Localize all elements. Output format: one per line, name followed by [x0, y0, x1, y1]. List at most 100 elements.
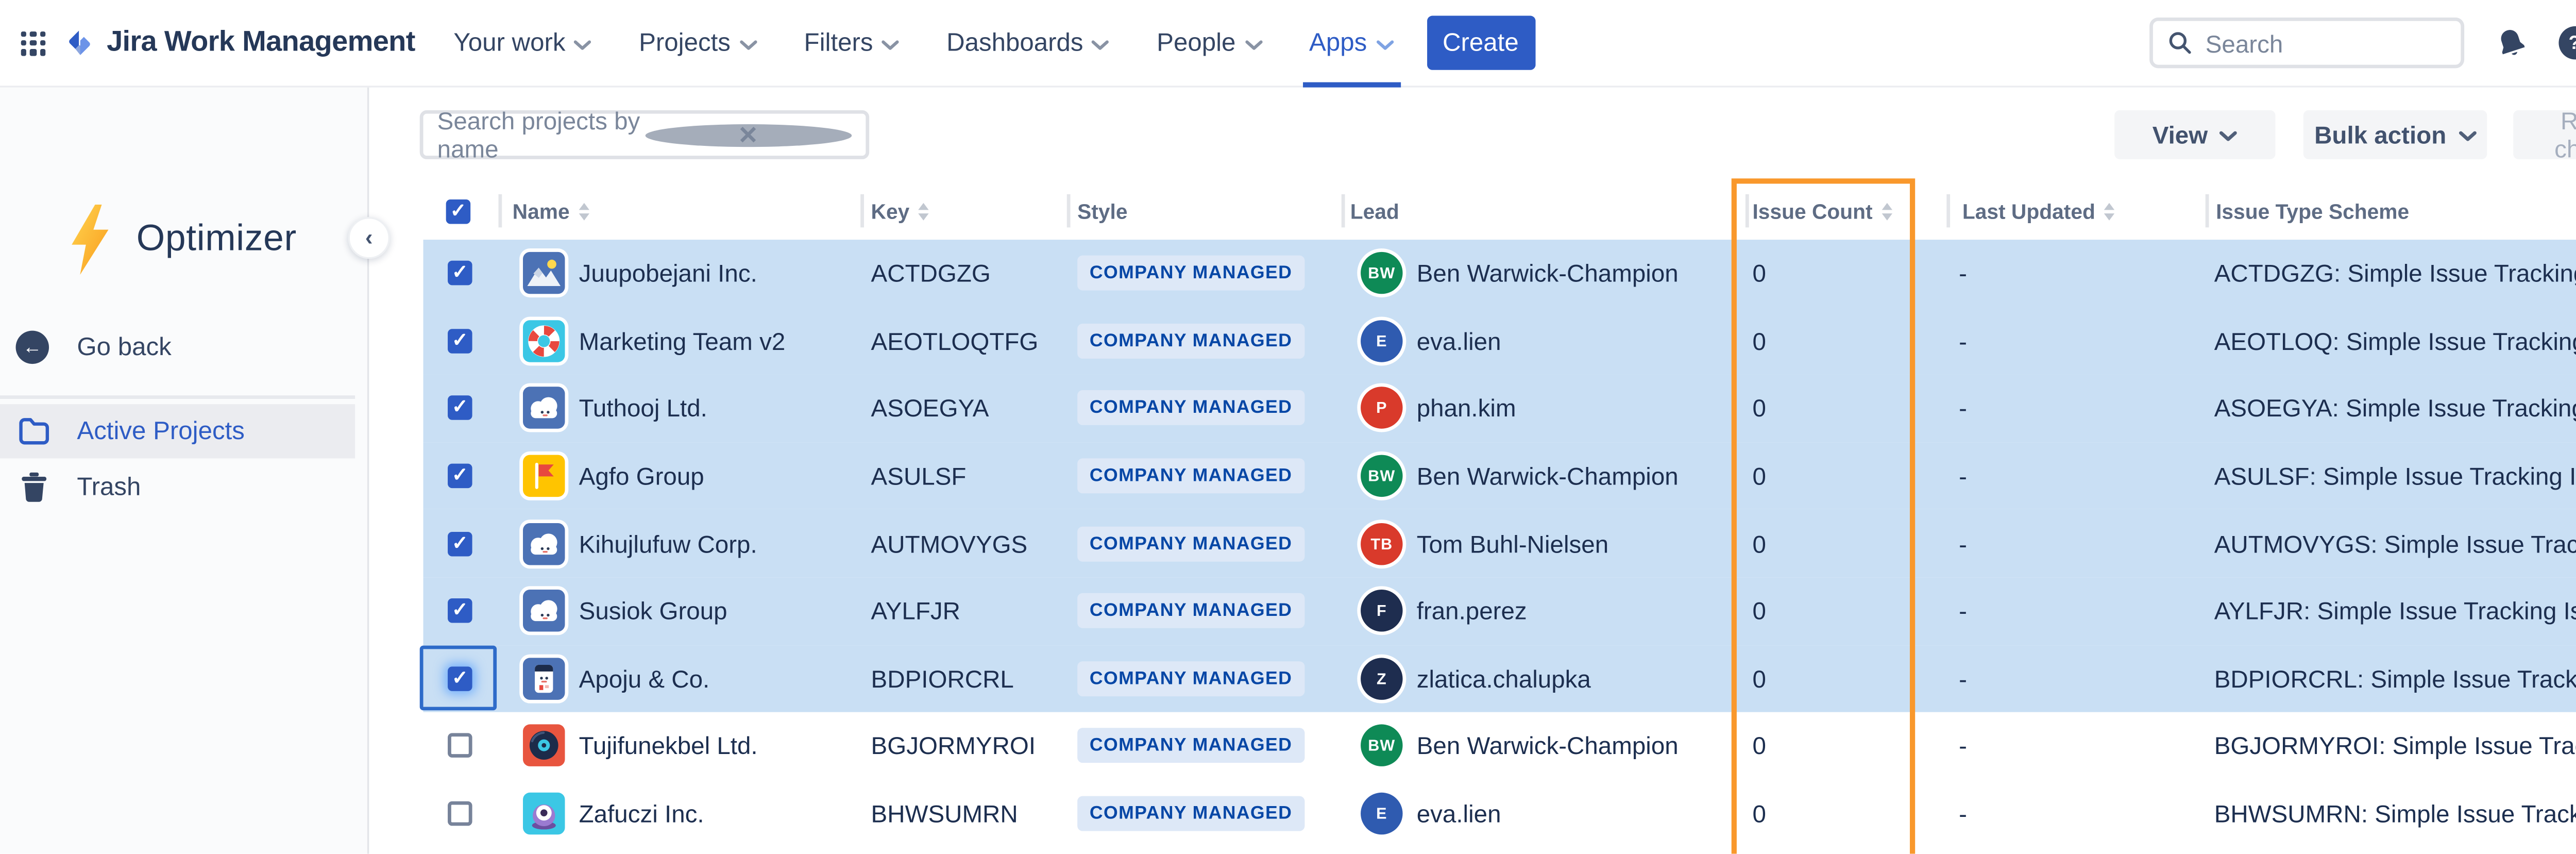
style-badge: COMPANY MANAGED — [1077, 729, 1304, 764]
issue-type-scheme: BGJORMYROI: Simple Issue Tracki... — [2214, 712, 2576, 780]
sidebar-item-active-projects[interactable]: Active Projects — [0, 404, 355, 458]
table-row[interactable]: Tujifunekbel Ltd. BGJORMYROI COMPANY MAN… — [423, 712, 2576, 780]
table-row[interactable]: Tuthooj Ltd. ASOEGYA COMPANY MANAGED P p… — [423, 375, 2576, 442]
row-checkbox[interactable] — [448, 261, 472, 286]
table-row[interactable]: Kihujlufuw Corp. AUTMOVYGS COMPANY MANAG… — [423, 510, 2576, 577]
project-avatar — [523, 590, 565, 632]
nav-item-people[interactable]: People — [1157, 0, 1262, 87]
lead-avatar: BW — [1361, 455, 1402, 497]
last-updated: - — [1959, 442, 1967, 510]
row-checkbox[interactable] — [448, 464, 472, 489]
row-checkbox[interactable] — [448, 329, 472, 354]
row-checkbox[interactable] — [448, 734, 472, 759]
lead-name: fran.perez — [1417, 577, 1527, 645]
column-header-last-updated[interactable]: Last Updated — [1962, 199, 2114, 224]
sidebar-item-go-back[interactable]: ← Go back — [16, 331, 172, 364]
nav-item-apps[interactable]: Apps — [1309, 0, 1393, 87]
project-avatar — [523, 253, 565, 294]
nav-item-your-work[interactable]: Your work — [453, 0, 591, 87]
project-name[interactable]: Agfo Group — [579, 442, 704, 510]
column-divider — [1342, 194, 1345, 227]
create-button[interactable]: Create — [1427, 16, 1535, 70]
table-row[interactable]: Susiok Group AYLFJR COMPANY MANAGED F fr… — [423, 577, 2576, 645]
issue-type-scheme: BHWSUMRN: Simple Issue Trackin... — [2214, 780, 2576, 847]
lead-avatar: Z — [1361, 658, 1402, 699]
issue-type-scheme: ASOEGYA: Simple Issue Tracking I... — [2214, 375, 2576, 442]
sidebar-divider — [0, 395, 355, 399]
jira-brand[interactable]: Jira Work Management — [63, 26, 415, 59]
chevron-down-icon — [1092, 39, 1110, 49]
chevron-down-icon — [2220, 130, 2238, 141]
issue-count: 0 — [1752, 375, 1766, 442]
row-checkbox[interactable] — [448, 599, 472, 624]
notifications-bell-icon[interactable] — [2489, 20, 2534, 65]
issue-count: 0 — [1752, 307, 1766, 375]
project-search-input[interactable]: Search projects by name ✕ — [420, 110, 869, 159]
issue-type-scheme: BDPIORCRL: Simple Issue Trackin... — [2214, 645, 2576, 712]
table-row[interactable]: Apoju & Co. BDPIORCRL COMPANY MANAGED Z … — [423, 645, 2576, 712]
project-name[interactable]: Kihujlufuw Corp. — [579, 510, 757, 577]
issue-type-scheme: ASULSF: Simple Issue Tracking Iss... — [2214, 442, 2576, 510]
style-badge: COMPANY MANAGED — [1077, 661, 1304, 696]
row-checkbox[interactable] — [448, 666, 472, 691]
row-checkbox[interactable] — [448, 396, 472, 421]
view-dropdown-button[interactable]: View — [2114, 110, 2275, 159]
project-name[interactable]: Zafuczi Inc. — [579, 780, 704, 847]
bulk-action-dropdown-button[interactable]: Bulk action — [2303, 110, 2487, 159]
global-search-input[interactable]: Search — [2149, 18, 2464, 68]
last-updated: - — [1959, 645, 1967, 712]
sidebar: Optimizer ← Go back Active Projects — [0, 88, 369, 854]
project-name[interactable]: Marketing Team v2 — [579, 307, 786, 375]
nav-item-dashboards[interactable]: Dashboards — [946, 0, 1109, 87]
project-avatar — [523, 725, 565, 767]
lead-name: eva.lien — [1417, 307, 1501, 375]
issue-count: 0 — [1752, 577, 1766, 645]
style-badge: COMPANY MANAGED — [1077, 594, 1304, 629]
issue-count: 0 — [1752, 442, 1766, 510]
back-arrow-icon: ← — [16, 331, 49, 364]
issue-count: 0 — [1752, 645, 1766, 712]
nav-item-projects[interactable]: Projects — [639, 0, 757, 87]
project-avatar — [523, 523, 565, 564]
table-row[interactable]: Zafuczi Inc. BHWSUMRN COMPANY MANAGED E … — [423, 780, 2576, 847]
project-name[interactable]: Apoju & Co. — [579, 645, 710, 712]
sort-icon — [1882, 203, 1892, 221]
sidebar-item-trash[interactable]: Trash — [0, 462, 141, 512]
project-name[interactable]: Tujifunekbel Ltd. — [579, 712, 758, 780]
column-divider — [1067, 194, 1071, 227]
row-checkbox[interactable] — [448, 531, 472, 556]
row-checkbox[interactable] — [448, 801, 472, 826]
app-switcher-icon[interactable] — [21, 30, 46, 55]
column-header-lead: Lead — [1350, 199, 1399, 224]
lead-name: phan.kim — [1417, 375, 1516, 442]
help-icon[interactable]: ? — [2552, 20, 2576, 65]
search-icon — [2167, 30, 2193, 56]
column-header-name[interactable]: Name — [513, 199, 589, 224]
nav-item-filters[interactable]: Filters — [804, 0, 900, 87]
table-row[interactable]: Agfo Group ASULSF COMPANY MANAGED BW Ben… — [423, 442, 2576, 510]
table-row[interactable]: Juupobejani Inc. ACTDGZG COMPANY MANAGED… — [423, 240, 2576, 307]
project-name[interactable]: Tuthooj Ltd. — [579, 375, 707, 442]
project-avatar — [523, 455, 565, 497]
chevron-down-icon — [882, 39, 900, 49]
lead-avatar: P — [1361, 388, 1402, 429]
column-header-issue-count[interactable]: Issue Count — [1752, 199, 1891, 224]
select-all-checkbox[interactable] — [446, 199, 471, 224]
lead-name: Ben Warwick-Champion — [1417, 442, 1679, 510]
clear-search-icon[interactable]: ✕ — [645, 123, 852, 146]
column-divider — [498, 194, 502, 227]
project-avatar — [523, 793, 565, 834]
sidebar-collapse-icon[interactable]: ‹ — [348, 217, 390, 259]
column-header-style: Style — [1077, 199, 1127, 224]
table-row[interactable]: Marketing Team v2 AEOTLOQTFG COMPANY MAN… — [423, 307, 2576, 375]
issue-type-scheme: ACTDGZG: Simple Issue Tracking I... — [2214, 240, 2576, 307]
lead-name: Ben Warwick-Champion — [1417, 712, 1679, 780]
column-header-key[interactable]: Key — [871, 199, 929, 224]
project-name[interactable]: Juupobejani Inc. — [579, 240, 757, 307]
review-changes-button[interactable]: Review changes — [2513, 110, 2576, 159]
project-name[interactable]: Susiok Group — [579, 577, 727, 645]
last-updated: - — [1959, 712, 1967, 780]
style-badge: COMPANY MANAGED — [1077, 526, 1304, 561]
folder-icon — [18, 416, 50, 446]
lead-avatar: F — [1361, 590, 1402, 632]
